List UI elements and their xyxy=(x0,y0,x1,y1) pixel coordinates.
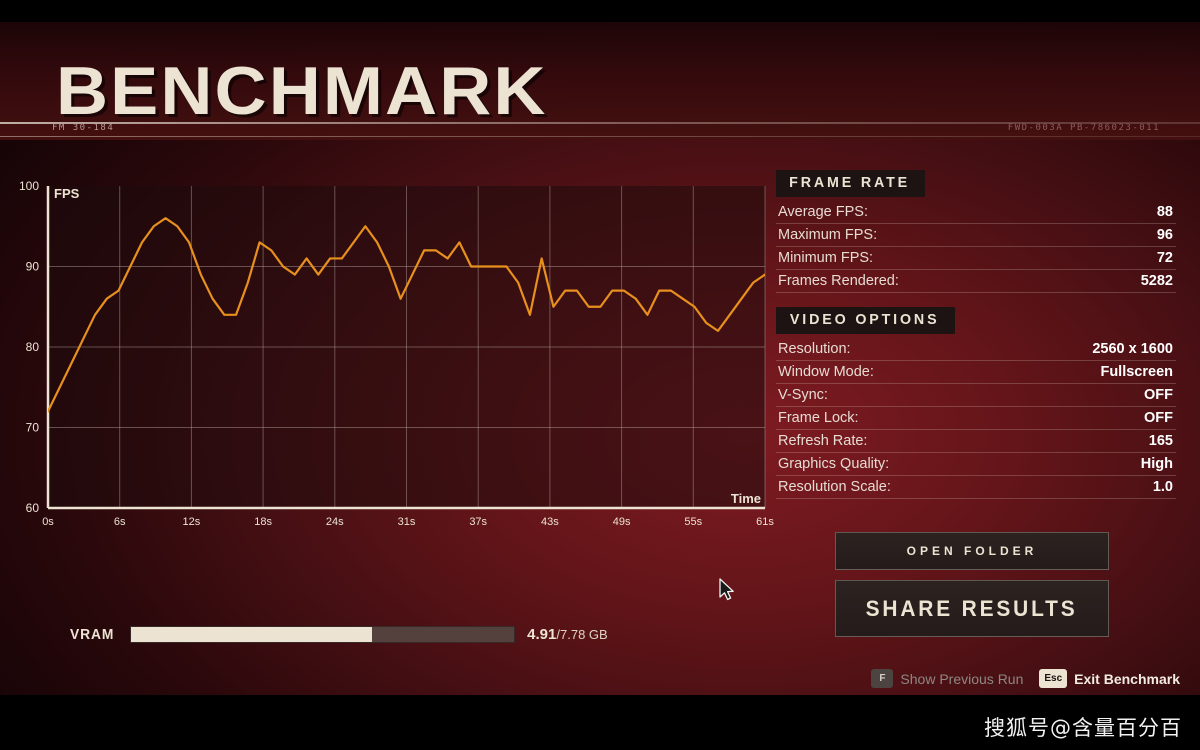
video-options-rows: Resolution: 2560 x 1600 Window Mode: Fullsc… xyxy=(776,338,1176,499)
svg-text:80: 80 xyxy=(26,340,40,354)
info-row-key: Frame Lock: xyxy=(778,410,859,426)
svg-text:61s: 61s xyxy=(756,516,774,528)
info-row-key: Maximum FPS: xyxy=(778,227,878,243)
info-row-value: 88 xyxy=(1156,204,1173,220)
share-results-button[interactable]: SHARE RESULTS xyxy=(835,580,1109,637)
video-options-heading: VIDEO OPTIONS xyxy=(776,307,956,334)
keybind-label: Show Previous Run xyxy=(900,670,1024,687)
page-title: BENCHMARK xyxy=(56,53,548,129)
fps-chart: 60 70 80 90 100 0s 6s 12s 18s 24s 31s 37s 43s 49s 55s… xyxy=(0,150,780,550)
info-row-value: 96 xyxy=(1156,227,1173,243)
keybind-key: Esc xyxy=(1039,669,1068,688)
info-row: Refresh Rate: 165 xyxy=(776,430,1176,453)
header-code-right: FWD-003A PB-786023-011 xyxy=(1007,123,1160,133)
frame-rate-heading-label: FRAME RATE xyxy=(789,174,911,191)
fps-chart-svg: 60 70 80 90 100 0s 6s 12s 18s 24s 31s 37s 43s 49s 55s… xyxy=(19,179,774,528)
letterbox-top xyxy=(0,0,1200,22)
vram-total: 7.78 GB xyxy=(560,626,608,642)
mouse-cursor xyxy=(719,578,735,607)
frame-rate-heading: FRAME RATE xyxy=(776,170,926,197)
info-row-key: Resolution: xyxy=(778,341,851,357)
header-divider-bottom xyxy=(0,136,1200,137)
info-row: Resolution: 2560 x 1600 xyxy=(776,338,1176,361)
svg-text:49s: 49s xyxy=(613,516,631,528)
svg-text:100: 100 xyxy=(19,179,39,193)
info-row-value: 5282 xyxy=(1140,273,1173,289)
info-row: Resolution Scale: 1.0 xyxy=(776,476,1176,499)
info-row: V-Sync: OFF xyxy=(776,384,1176,407)
y-axis-label: FPS xyxy=(54,186,80,201)
frame-rate-rows: Average FPS: 88 Maximum FPS: 96 Minimum FPS:… xyxy=(776,201,1176,293)
info-row-value: OFF xyxy=(1144,387,1173,403)
info-row-key: Refresh Rate: xyxy=(778,433,868,449)
vram-used: 4.91 xyxy=(527,625,557,643)
info-row-value: 72 xyxy=(1156,250,1173,266)
info-row-key: Average FPS: xyxy=(778,204,869,220)
open-folder-button[interactable]: OPEN FOLDER xyxy=(835,532,1109,570)
vram-label: VRAM xyxy=(70,625,115,643)
info-row-value: OFF xyxy=(1144,410,1173,426)
x-axis-label: Time xyxy=(731,491,761,506)
results-panel: FRAME RATE Average FPS: 88 Maximum FPS: 96 M… xyxy=(776,170,1176,513)
open-folder-label: OPEN FOLDER xyxy=(906,544,1038,558)
keybind-key: F xyxy=(871,669,894,688)
info-row-value: Fullscreen xyxy=(1100,364,1173,380)
y-axis-tick-labels: 60 70 80 90 100 xyxy=(19,179,39,515)
svg-text:55s: 55s xyxy=(684,516,702,528)
info-row-value: 1.0 xyxy=(1152,479,1173,495)
svg-text:18s: 18s xyxy=(254,516,272,528)
svg-text:37s: 37s xyxy=(469,516,487,528)
info-row-key: Graphics Quality: xyxy=(778,456,890,472)
info-row: Frame Lock: OFF xyxy=(776,407,1176,430)
svg-text:70: 70 xyxy=(26,421,40,435)
keybind-prompt[interactable]: Esc Exit Benchmark xyxy=(1039,669,1180,688)
info-row: Frames Rendered: 5282 xyxy=(776,270,1176,293)
info-row: Minimum FPS: 72 xyxy=(776,247,1176,270)
svg-text:60: 60 xyxy=(26,501,40,515)
info-row: Maximum FPS: 96 xyxy=(776,224,1176,247)
svg-text:43s: 43s xyxy=(541,516,559,528)
info-row: Average FPS: 88 xyxy=(776,201,1176,224)
svg-text:12s: 12s xyxy=(183,516,201,528)
keybind-prompt[interactable]: F Show Previous Run xyxy=(871,669,1023,688)
keybind-prompts: F Show Previous Run Esc Exit Benchmark xyxy=(871,669,1180,688)
info-row-value: High xyxy=(1140,456,1173,472)
info-row: Graphics Quality: High xyxy=(776,453,1176,476)
share-results-label: SHARE RESULTS xyxy=(865,595,1078,621)
vram-value-text: 4.91/7.78 GB xyxy=(527,626,608,643)
vram-usage: VRAM 4.91/7.78 GB xyxy=(70,622,630,646)
svg-text:24s: 24s xyxy=(326,516,344,528)
info-row-value: 2560 x 1600 xyxy=(1092,341,1173,357)
header-code-left: FM 30-184 xyxy=(52,123,115,133)
info-row-key: V-Sync: xyxy=(778,387,828,403)
svg-text:0s: 0s xyxy=(42,516,54,528)
info-row-key: Window Mode: xyxy=(778,364,874,380)
vram-bar-fill xyxy=(131,626,373,642)
info-row-key: Frames Rendered: xyxy=(778,273,899,289)
keybind-label: Exit Benchmark xyxy=(1074,670,1180,687)
svg-text:90: 90 xyxy=(26,260,40,274)
svg-text:6s: 6s xyxy=(114,516,126,528)
info-row-key: Minimum FPS: xyxy=(778,250,874,266)
info-row-value: 165 xyxy=(1148,433,1173,449)
video-options-heading-label: VIDEO OPTIONS xyxy=(789,311,940,328)
info-row-key: Resolution Scale: xyxy=(778,479,891,495)
svg-text:31s: 31s xyxy=(398,516,416,528)
info-row: Window Mode: Fullscreen xyxy=(776,361,1176,384)
x-axis-tick-labels: 0s 6s 12s 18s 24s 31s 37s 43s 49s 55s 61s xyxy=(42,516,774,528)
watermark: 搜狐号@含量百分百 xyxy=(984,716,1182,740)
vram-bar-track xyxy=(130,625,516,643)
